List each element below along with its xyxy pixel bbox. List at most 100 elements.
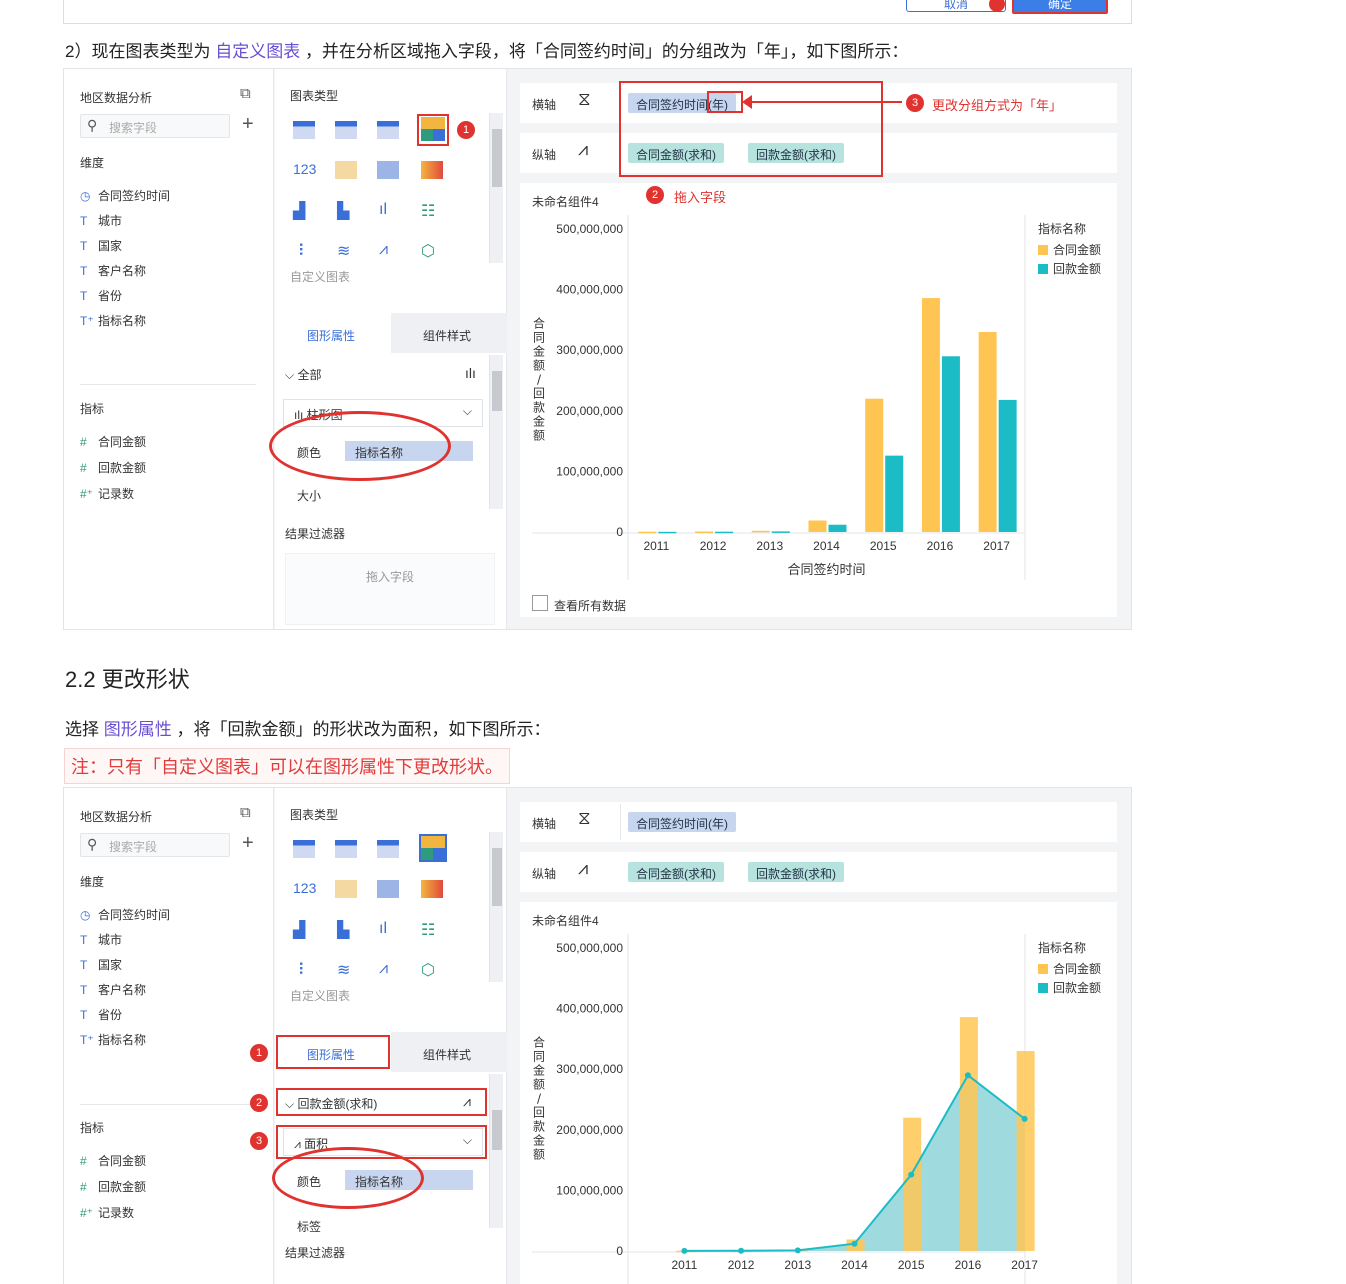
y-axis-title-char: 回 xyxy=(533,1106,545,1120)
y-axis-pill-contract[interactable]: 合同金额(求和) xyxy=(628,862,724,882)
stacked-bar-icon[interactable]: ▟ xyxy=(293,920,305,940)
panel-divider[interactable] xyxy=(80,1104,256,1105)
area-point xyxy=(794,1247,801,1254)
y-axis-title-char: 金 xyxy=(533,414,545,429)
y-axis-title-char: 同 xyxy=(533,331,545,345)
y-axis-label: 纵轴 xyxy=(532,867,557,881)
bar-contract xyxy=(978,332,997,532)
dimension-item[interactable]: ◷ 合同签约时间 xyxy=(80,906,170,931)
legend-swatch xyxy=(1038,264,1048,274)
tab-component-style[interactable]: 组件样式 xyxy=(423,1046,471,1063)
dimension-item[interactable]: T⁺ 指标名称 xyxy=(80,312,170,337)
scatter-icon[interactable]: ⠸ xyxy=(293,960,305,980)
measure-item[interactable]: #⁺ 记录数 xyxy=(80,485,146,511)
dimension-item[interactable]: T 省份 xyxy=(80,287,170,312)
x-axis-chart-type-icon[interactable]: ⧖ xyxy=(578,89,591,110)
dimension-item[interactable]: T 国家 xyxy=(80,237,170,262)
scatter-icon[interactable]: ⠸ xyxy=(293,241,305,261)
table-icon[interactable] xyxy=(293,840,315,858)
color-table-icon[interactable] xyxy=(335,161,357,179)
detail-table-icon[interactable] xyxy=(377,840,399,858)
dimension-item[interactable]: T 省份 xyxy=(80,1006,170,1031)
heatmap-icon[interactable] xyxy=(421,880,443,898)
y-tick-label: 500,000,000 xyxy=(556,222,623,236)
dimension-item[interactable]: T 客户名称 xyxy=(80,262,170,287)
annotation-number: 2 xyxy=(250,1094,268,1112)
dimension-item[interactable]: T 城市 xyxy=(80,212,170,237)
line-chart-icon[interactable]: ≋ xyxy=(337,241,350,261)
editor-screenshot-2: 地区数据分析 ⧉ ⚲ 搜索字段 + 维度 ◷ 合同签约时间 T 城市 T 国家 T 客户名… xyxy=(63,787,1132,1284)
shape-properties-link[interactable]: 图形属性 xyxy=(104,720,172,739)
horizontal-bar-icon[interactable]: ☷ xyxy=(421,920,435,940)
stacked-bar-icon[interactable]: ▟ xyxy=(293,201,305,221)
table-icon[interactable] xyxy=(293,121,315,139)
dimension-item[interactable]: T 客户名称 xyxy=(80,981,170,1006)
grouped-bar-icon[interactable]: ıl xyxy=(379,201,387,219)
bar-chart-icon[interactable]: ▙ xyxy=(337,920,349,940)
y-axis-row: 纵轴 ⩘ 合同金额(求和) 回款金额(求和) xyxy=(520,852,1117,892)
bullet-table-icon[interactable] xyxy=(377,880,399,898)
y-axis-title-char: 合 xyxy=(533,1035,545,1050)
dataset-switch-icon[interactable]: ⧉ xyxy=(240,85,251,102)
search-input[interactable]: ⚲ 搜索字段 xyxy=(80,833,230,857)
detail-table-icon[interactable] xyxy=(377,121,399,139)
search-placeholder: 搜索字段 xyxy=(109,840,158,854)
properties-scrollbar[interactable] xyxy=(489,1074,503,1228)
area-chart-icon[interactable]: ⩘ xyxy=(379,960,388,978)
view-all-checkbox[interactable] xyxy=(532,595,548,611)
custom-chart-label: 自定义图表 xyxy=(290,989,351,1003)
custom-chart-link[interactable]: 自定义图表 xyxy=(215,42,300,61)
area-chart-icon[interactable]: ⩘ xyxy=(379,241,388,259)
y-axis-title-char: 款 xyxy=(533,401,545,415)
radar-icon[interactable]: ⬡ xyxy=(421,241,435,261)
search-input[interactable]: ⚲ 搜索字段 xyxy=(80,114,230,138)
dataset-switch-icon[interactable]: ⧉ xyxy=(240,804,251,821)
chart-type-scrollbar[interactable] xyxy=(489,832,503,982)
area-point xyxy=(738,1247,745,1254)
x-axis-row: 横轴 ⧖ 合同签约时间(年) xyxy=(520,802,1117,842)
x-axis-chart-type-icon[interactable]: ⧖ xyxy=(578,808,591,829)
bar-chart-icon[interactable]: ▙ xyxy=(337,201,349,221)
measure-item[interactable]: # 回款金额 xyxy=(80,1178,146,1204)
measure-item[interactable]: # 回款金额 xyxy=(80,459,146,485)
dimension-item[interactable]: T 城市 xyxy=(80,931,170,956)
y-axis-chart-type-icon[interactable]: ⩘ xyxy=(578,858,588,879)
properties-scrollbar[interactable] xyxy=(489,355,503,509)
measure-item[interactable]: #⁺ 记录数 xyxy=(80,1204,146,1230)
all-series-row[interactable]: ⌵ 全部 xyxy=(285,366,321,383)
grouped-bar-icon[interactable]: ıl xyxy=(379,920,387,938)
kpi-icon[interactable]: 123 xyxy=(293,880,316,896)
annotation-number: 1 xyxy=(250,1044,268,1062)
add-field-icon[interactable]: + xyxy=(242,113,254,136)
radar-icon[interactable]: ⬡ xyxy=(421,960,435,980)
annotation-box-year xyxy=(707,91,743,113)
cross-table-icon[interactable] xyxy=(335,121,357,139)
y-axis-chart-type-icon[interactable]: ⩘ xyxy=(578,139,588,160)
bar-payment xyxy=(715,531,734,534)
x-tick-label: 2014 xyxy=(813,539,840,553)
dimension-item[interactable]: T⁺ 指标名称 xyxy=(80,1031,170,1056)
tab-component-style[interactable]: 组件样式 xyxy=(423,327,471,344)
measure-label: 记录数 xyxy=(98,1206,135,1220)
dimension-item[interactable]: T 国家 xyxy=(80,956,170,981)
line-chart-icon[interactable]: ≋ xyxy=(337,960,350,980)
measure-item[interactable]: # 合同金额 xyxy=(80,1152,146,1178)
kpi-icon[interactable]: 123 xyxy=(293,161,316,177)
annotation-box-custom-chart xyxy=(417,114,449,146)
chart-type-scrollbar[interactable] xyxy=(489,113,503,263)
result-filter-drop-zone[interactable]: 拖入字段 xyxy=(285,553,495,625)
y-axis-pill-payment[interactable]: 回款金额(求和) xyxy=(748,862,844,882)
color-table-icon[interactable] xyxy=(335,880,357,898)
cross-table-icon[interactable] xyxy=(335,840,357,858)
custom-chart-icon[interactable] xyxy=(419,834,447,862)
measure-item[interactable]: # 合同金额 xyxy=(80,433,146,459)
x-axis-pill[interactable]: 合同签约时间(年) xyxy=(628,812,736,832)
ok-button[interactable]: 确定 xyxy=(1012,0,1108,14)
tab-shape-properties[interactable]: 图形属性 xyxy=(307,327,355,344)
heatmap-icon[interactable] xyxy=(421,161,443,179)
panel-divider[interactable] xyxy=(80,384,256,385)
bullet-table-icon[interactable] xyxy=(377,161,399,179)
add-field-icon[interactable]: + xyxy=(242,832,254,855)
horizontal-bar-icon[interactable]: ☷ xyxy=(421,201,435,221)
dimension-item[interactable]: ◷ 合同签约时间 xyxy=(80,187,170,212)
